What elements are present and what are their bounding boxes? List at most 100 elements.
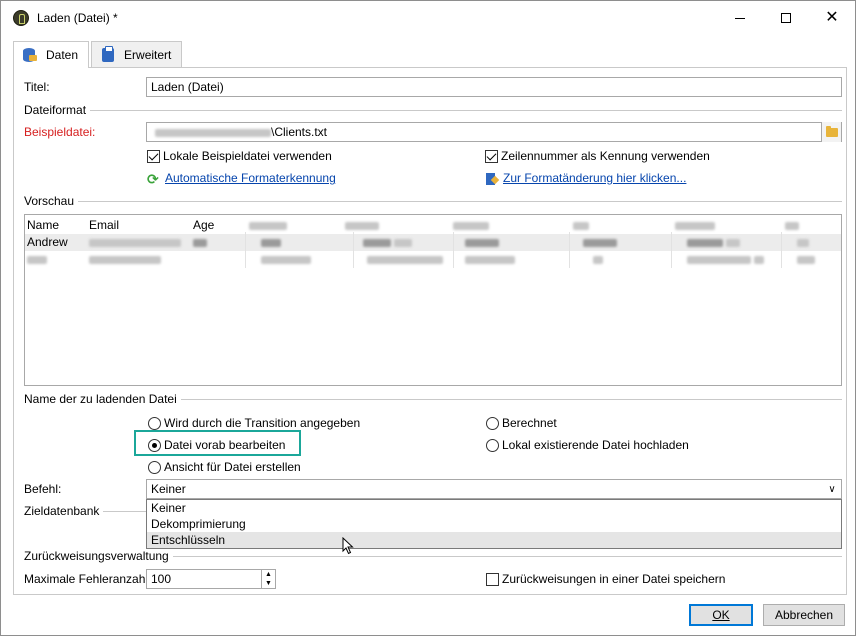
sample-file-value: \Clients.txt: [271, 125, 328, 139]
radio-transition[interactable]: Wird durch die Transition angegeben: [148, 416, 360, 431]
preview-section: Vorschau: [24, 194, 842, 208]
minimize-button[interactable]: [717, 1, 763, 35]
command-dropdown-list: Keiner Dekomprimierung Entschlüsseln: [146, 499, 842, 549]
preview-header-email: Email: [89, 218, 120, 232]
radio-upload-local-label: Lokal existierende Datei hochladen: [502, 438, 689, 452]
command-option-decrypt[interactable]: Entschlüsseln: [147, 532, 841, 548]
max-errors-value: 100: [151, 572, 172, 586]
preview-cell-redacted: [87, 234, 181, 251]
radio-calculated-label: Berechnet: [502, 416, 557, 430]
preview-header-redacted: [673, 217, 715, 234]
preview-header-row: Name Email Age: [25, 217, 841, 234]
preview-cell-redacted: [795, 251, 815, 268]
file-format-section-title: Dateiformat: [24, 103, 87, 117]
rejects-section: Zurückweisungsverwaltung: [24, 549, 842, 563]
preview-cell-redacted: [463, 251, 515, 268]
clipboard-icon: [100, 45, 116, 63]
tab-daten[interactable]: Daten: [13, 41, 90, 68]
row-number-id-check[interactable]: [485, 150, 498, 164]
window-title: Laden (Datei) *: [37, 11, 118, 25]
tab-erweitert-label: Erweitert: [124, 47, 172, 62]
ok-button-label: OK: [712, 608, 730, 622]
preview-header-age: Age: [193, 218, 215, 232]
radio-create-view[interactable]: Ansicht für Datei erstellen: [148, 460, 301, 475]
highlight-box: [134, 430, 301, 456]
preview-header-name: Name: [27, 218, 60, 232]
title-label: Titel:: [24, 80, 50, 94]
tab-erweitert[interactable]: Erweitert: [91, 41, 183, 67]
chevron-down-icon[interactable]: ▼: [262, 579, 275, 588]
edit-icon: [485, 172, 499, 186]
maximize-button[interactable]: [763, 1, 809, 35]
save-rejects-check[interactable]: [486, 573, 499, 587]
change-format-link[interactable]: Zur Formatänderung hier klicken...: [503, 171, 686, 185]
radio-calculated-circle[interactable]: [486, 417, 499, 431]
app-icon: [13, 10, 29, 26]
tab-bar: Daten Erweitert: [13, 41, 184, 68]
sample-file-label: Beispieldatei:: [24, 125, 96, 139]
preview-cell-redacted: [685, 251, 765, 268]
preview-header-redacted: [451, 217, 489, 234]
stepper-buttons[interactable]: ▲ ▼: [261, 570, 275, 588]
preview-grid[interactable]: Name Email Age Andrew: [24, 214, 842, 386]
tab-daten-label: Daten: [46, 48, 79, 62]
command-select[interactable]: Keiner ∨: [146, 479, 842, 499]
preview-header-redacted: [247, 217, 287, 234]
target-db-section-title: Zieldatenbank: [24, 504, 100, 518]
file-name-section: Name der zu ladenden Datei: [24, 392, 842, 406]
file-format-section: Dateiformat: [24, 103, 842, 117]
ok-button[interactable]: OK: [689, 604, 753, 626]
preview-cell-redacted: [365, 251, 443, 268]
use-local-sample-check[interactable]: [147, 150, 160, 164]
radio-upload-local-circle[interactable]: [486, 439, 499, 453]
max-errors-label: Maximale Fehleranzahl:: [24, 572, 152, 586]
cancel-button[interactable]: Abbrechen: [763, 604, 845, 626]
title-bar: Laden (Datei) * ✕: [1, 1, 855, 35]
minimize-icon: [735, 17, 745, 19]
preview-cell-redacted: [685, 234, 741, 251]
use-local-sample-checkbox[interactable]: Lokale Beispieldatei verwenden: [147, 149, 332, 164]
preview-cell-redacted: [581, 234, 617, 251]
preview-row[interactable]: [25, 251, 841, 268]
database-icon: [22, 47, 38, 63]
preview-section-title: Vorschau: [24, 194, 75, 208]
browse-file-button[interactable]: [821, 122, 841, 142]
preview-cell-redacted: [361, 234, 413, 251]
save-rejects-label: Zurückweisungen in einer Datei speichern: [502, 572, 726, 586]
preview-header-redacted: [783, 217, 799, 234]
preview-cell-redacted: [259, 234, 281, 251]
command-option-decompress[interactable]: Dekomprimierung: [147, 516, 841, 532]
maximize-icon: [781, 13, 791, 23]
radio-upload-local[interactable]: Lokal existierende Datei hochladen: [486, 438, 689, 453]
file-name-section-title: Name der zu ladenden Datei: [24, 392, 177, 406]
preview-cell-redacted: [25, 251, 47, 268]
refresh-icon: ⟳: [147, 170, 159, 187]
save-rejects-checkbox[interactable]: Zurückweisungen in einer Datei speichern: [486, 572, 726, 587]
auto-format-link[interactable]: Automatische Formaterkennung: [165, 171, 336, 185]
preview-cell-redacted: [591, 251, 603, 268]
rejects-section-title: Zurückweisungsverwaltung: [24, 549, 169, 563]
chevron-up-icon[interactable]: ▲: [262, 570, 275, 579]
folder-icon: [825, 125, 838, 137]
radio-calculated[interactable]: Berechnet: [486, 416, 557, 431]
preview-header-redacted: [343, 217, 379, 234]
row-number-id-checkbox[interactable]: Zeilennummer als Kennung verwenden: [485, 149, 710, 164]
command-option-none[interactable]: Keiner: [147, 500, 841, 516]
radio-transition-circle[interactable]: [148, 417, 161, 431]
preview-cell-redacted: [87, 251, 161, 268]
cancel-button-label: Abbrechen: [774, 608, 834, 622]
radio-create-view-circle[interactable]: [148, 461, 161, 475]
chevron-down-icon[interactable]: ∨: [823, 480, 841, 498]
use-local-sample-label: Lokale Beispieldatei verwenden: [163, 149, 332, 163]
mouse-cursor-icon: [342, 537, 354, 555]
dialog-window: Laden (Datei) * ✕ Daten Erweitert Titel:…: [0, 0, 856, 636]
auto-format-link-wrap: ⟳ Automatische Formaterkennung: [147, 171, 336, 186]
row-number-id-label: Zeilennummer als Kennung verwenden: [501, 149, 710, 163]
max-errors-stepper[interactable]: 100 ▲ ▼: [146, 569, 276, 589]
sample-file-input[interactable]: \Clients.txt: [146, 122, 842, 142]
preview-cell-redacted: [463, 234, 499, 251]
close-icon: ✕: [825, 9, 839, 26]
close-button[interactable]: ✕: [809, 1, 855, 35]
title-input[interactable]: Laden (Datei): [146, 77, 842, 97]
preview-row[interactable]: Andrew: [25, 234, 841, 251]
